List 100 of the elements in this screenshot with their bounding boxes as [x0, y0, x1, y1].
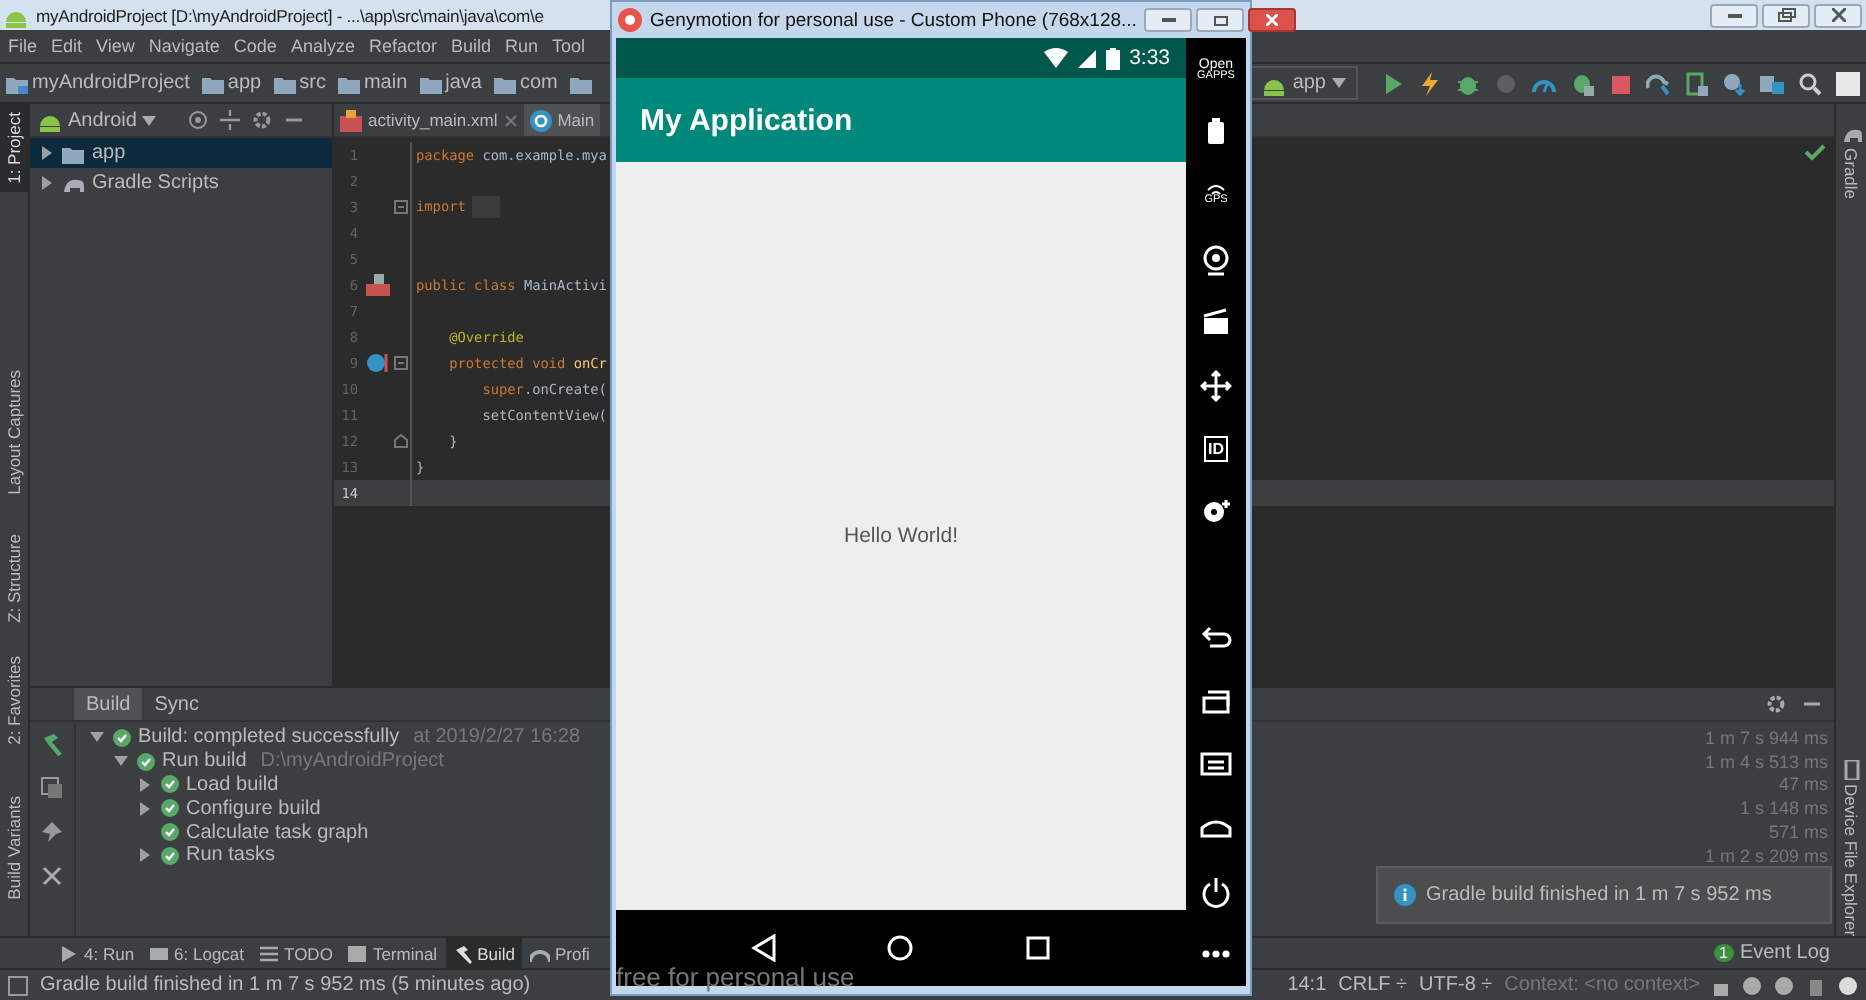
settings-icon[interactable] [252, 110, 273, 130]
expand-arrow-icon[interactable] [136, 846, 154, 865]
breadcrumb[interactable]: src [273, 72, 326, 94]
editor-tab[interactable]: activity_main.xml [334, 104, 524, 136]
breadcrumb[interactable]: myAndroidProject [6, 72, 190, 94]
breadcrumb[interactable]: main [337, 72, 408, 94]
project-view-dropdown[interactable]: Android [38, 108, 157, 132]
breadcrumb[interactable]: java [419, 72, 482, 94]
menu-item[interactable]: Build [450, 36, 491, 56]
bug-icon[interactable] [1456, 71, 1480, 95]
battery-icon [1105, 47, 1120, 69]
window-icon[interactable] [8, 975, 28, 995]
folder-icon [494, 73, 516, 93]
panel-tab[interactable]: Build [74, 688, 143, 720]
lightning-icon[interactable] [1418, 71, 1442, 95]
user-icon[interactable] [1836, 71, 1860, 95]
line-separator[interactable]: CRLF ÷ [1338, 974, 1408, 996]
fold-icon[interactable] [393, 200, 407, 214]
project-tree-item[interactable]: Gradle Scripts [30, 168, 332, 198]
build-step[interactable]: Run build [162, 750, 247, 773]
minimize-icon [1727, 13, 1741, 17]
expand-arrow-icon[interactable] [112, 752, 130, 771]
tool-window-tab[interactable]: 6: Logcat [142, 938, 253, 968]
target-icon[interactable] [188, 110, 209, 130]
clapper-icon[interactable] [1200, 306, 1232, 339]
tool-window-tab[interactable]: Device File Explorer [1841, 783, 1861, 936]
menu-item[interactable]: Navigate [148, 36, 220, 56]
tool-window-tab[interactable]: Profi [522, 938, 598, 968]
cursor-position[interactable]: 14:1 [1287, 974, 1327, 996]
webcam-icon[interactable] [1200, 243, 1232, 276]
menu-item[interactable]: Code [233, 36, 277, 56]
build-step[interactable]: Build: completed successfully [138, 726, 400, 749]
bug-icon[interactable] [1570, 71, 1594, 95]
build-step[interactable]: Configure build [186, 797, 321, 820]
close-button[interactable] [1814, 3, 1862, 27]
fold-icon[interactable] [393, 356, 407, 370]
power-icon[interactable] [1200, 875, 1232, 908]
build-step[interactable]: Calculate task graph [186, 821, 369, 844]
expand-arrow-icon[interactable] [136, 775, 154, 794]
menu-item[interactable]: Edit [51, 36, 83, 56]
expand-arrow-icon[interactable] [136, 799, 154, 818]
collapse-icon[interactable] [220, 110, 241, 130]
stop-icon[interactable] [1608, 71, 1632, 95]
fold-icon[interactable] [393, 434, 407, 448]
breadcrumb[interactable]: com [494, 72, 558, 94]
download-icon[interactable] [1722, 71, 1746, 95]
back-icon[interactable] [750, 934, 779, 962]
close-icon[interactable] [40, 864, 64, 888]
tool-window-tab[interactable]: Terminal [340, 938, 446, 968]
id-button[interactable]: ID [1204, 435, 1228, 462]
pin-icon[interactable] [40, 820, 64, 844]
menu-item[interactable]: View [96, 36, 135, 56]
panel-tab[interactable]: Sync [142, 688, 211, 720]
tool-window-tab[interactable]: Build [445, 938, 523, 968]
expand-arrow-icon[interactable] [88, 728, 106, 747]
build-step[interactable]: Load build [186, 773, 279, 796]
menu-item[interactable]: Refactor [368, 36, 437, 56]
home-icon[interactable] [886, 934, 915, 962]
hammer-icon[interactable] [40, 732, 64, 756]
close-icon[interactable] [503, 113, 518, 127]
minimize-button[interactable] [1710, 3, 1758, 27]
event-log-label[interactable]: Event Log [1739, 942, 1830, 964]
project-structure-icon[interactable] [1760, 71, 1784, 95]
menu-icon[interactable] [1200, 748, 1232, 781]
file-icon [340, 109, 362, 131]
build-duration: 1 s 148 ms [1739, 798, 1828, 819]
tool-window-tab[interactable]: 4: Run [52, 938, 143, 968]
menu-item[interactable]: Analyze [290, 36, 355, 56]
tool-window-tab[interactable]: Gradle [1841, 148, 1861, 200]
tool-window-tab[interactable]: 1: Project [0, 104, 28, 192]
move-icon[interactable] [1200, 369, 1232, 402]
notification-balloon[interactable]: Gradle build finished in 1 m 7 s 952 ms [1376, 866, 1832, 924]
minimize-button[interactable] [1144, 8, 1193, 32]
recents-icon[interactable] [1023, 934, 1052, 962]
search-icon[interactable] [1798, 71, 1822, 95]
settings-icon[interactable] [1766, 694, 1786, 714]
restore-button[interactable] [1196, 8, 1245, 32]
run-icon[interactable] [1380, 71, 1404, 95]
tool-window-tab[interactable]: Build Variants [0, 788, 28, 908]
build-step[interactable]: Run tasks [186, 844, 275, 867]
run-configuration-dropdown[interactable]: app [1250, 66, 1358, 100]
restore-button[interactable] [1762, 3, 1810, 27]
menu-item[interactable]: File [8, 36, 38, 56]
clock: 3:33 [1129, 46, 1170, 70]
menu-item[interactable]: Run [505, 36, 539, 56]
recents-icon[interactable] [1200, 685, 1232, 718]
file-encoding[interactable]: UTF-8 ÷ [1419, 974, 1493, 996]
close-button[interactable] [1248, 8, 1297, 32]
project-tree-item[interactable]: app [30, 138, 332, 168]
breadcrumb[interactable]: app [201, 72, 262, 94]
editor-tab[interactable]: Main [523, 104, 601, 136]
tool-window-tab[interactable]: 2: Favorites [0, 647, 28, 753]
info-icon [1394, 884, 1416, 906]
tool-window-tab[interactable]: Z: Structure [0, 526, 28, 632]
tool-window-tab[interactable]: Layout Captures [0, 361, 28, 503]
tool-window-tab[interactable]: TODO [252, 938, 341, 968]
disk-icon[interactable] [1200, 495, 1232, 528]
menu-item[interactable]: Tool [552, 36, 586, 56]
restore-icon [1777, 8, 1795, 22]
console-icon[interactable] [40, 776, 64, 800]
